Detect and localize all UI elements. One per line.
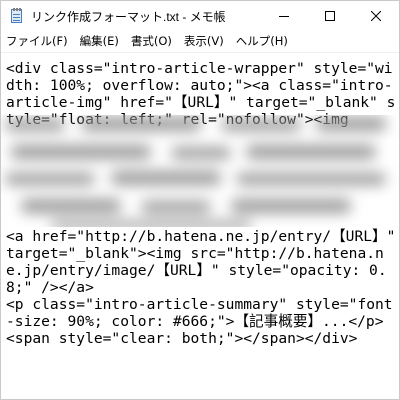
window-title: リンク作成フォーマット.txt - メモ帳 <box>31 9 226 24</box>
menu-edit[interactable]: 編集(E) <box>74 31 125 52</box>
menu-bar: ファイル(F) 編集(E) 書式(O) 表示(V) ヘルプ(H) <box>1 31 399 53</box>
menu-view[interactable]: 表示(V) <box>178 31 230 52</box>
title-bar[interactable]: リンク作成フォーマット.txt - メモ帳 <box>1 1 399 31</box>
window-controls <box>261 1 399 31</box>
editor-text-bottom: <a href="http://b.hatena.ne.jp/entry/【UR… <box>6 228 396 347</box>
minimize-icon <box>279 16 289 17</box>
menu-file[interactable]: ファイル(F) <box>1 31 74 52</box>
menu-help[interactable]: ヘルプ(H) <box>230 31 294 52</box>
blurred-redacted-text <box>1 115 399 227</box>
close-button[interactable] <box>353 1 399 31</box>
close-icon <box>371 11 381 21</box>
menu-format[interactable]: 書式(O) <box>125 31 178 52</box>
notepad-icon[interactable] <box>9 8 25 24</box>
maximize-icon <box>325 11 335 21</box>
notepad-window: リンク作成フォーマット.txt - メモ帳 ファイル(F) 編集(E) 書式(O… <box>0 0 400 400</box>
text-editor[interactable]: <div class="intro-article-wrapper" style… <box>1 53 399 399</box>
minimize-button[interactable] <box>261 1 307 31</box>
maximize-button[interactable] <box>307 1 353 31</box>
